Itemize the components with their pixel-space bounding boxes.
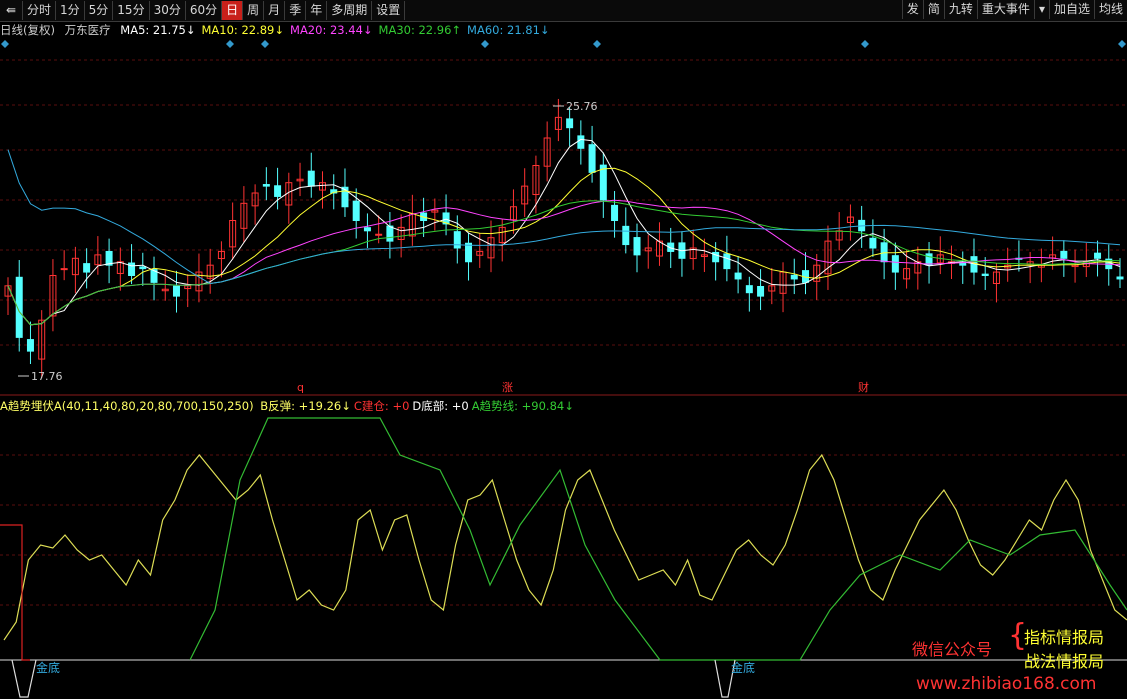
candle-body <box>611 204 619 221</box>
high-price-label: 25.76 <box>566 100 598 113</box>
candle-body <box>757 286 765 297</box>
event-mark-2: 财 <box>858 380 869 394</box>
candle-body <box>352 200 360 221</box>
bottom-label-0: 金底 <box>36 660 60 675</box>
candle-body <box>139 266 147 270</box>
indicator-value-1: C建仓: +0 <box>353 399 410 413</box>
diamond-marker <box>261 40 269 48</box>
candle-body <box>172 285 180 297</box>
trend-line <box>189 417 1127 661</box>
indicator-value-0: B反弹: +19.26↓ <box>260 399 351 413</box>
candle-body <box>386 225 394 242</box>
wechat-label: 微信公众号 <box>912 640 993 659</box>
low-price-label: 17.76 <box>31 370 63 383</box>
candle-body <box>83 263 91 273</box>
ma-line-10 <box>7 167 1121 326</box>
candle-body <box>363 227 371 232</box>
diamond-marker <box>481 40 489 48</box>
candle-body <box>599 164 607 201</box>
watermark-name-1: 指标情报局 <box>1024 628 1105 647</box>
diamond-marker <box>1 40 9 48</box>
candle-body <box>1116 276 1124 280</box>
candle-body <box>453 231 461 249</box>
candle-body <box>274 185 282 197</box>
watermark-name-2: 战法情报局 <box>1024 652 1105 671</box>
candle-body <box>1094 252 1102 259</box>
indicator-value-2: D底部: +0 <box>412 399 469 413</box>
kline-chart: 25.76 17.76 q 涨 财金底 金底 <box>0 40 1127 698</box>
candle-body <box>981 273 989 277</box>
diamond-marker <box>861 40 869 48</box>
indicator-legend: A趋势埋伏A(40,11,40,80,20,80,700,150,250) B反… <box>0 398 580 414</box>
candle-body <box>723 253 731 270</box>
candle-body <box>622 225 630 246</box>
candle-body <box>745 285 753 294</box>
candle-body <box>891 255 899 273</box>
watermark-url: www.zhibiao168.com <box>916 674 1097 694</box>
candle-body <box>375 233 383 236</box>
candle-body <box>307 170 315 187</box>
event-mark-1: 涨 <box>502 381 513 394</box>
candle-body <box>566 118 574 129</box>
candle-body <box>465 242 473 263</box>
diamond-marker <box>593 40 601 48</box>
diamond-marker <box>226 40 234 48</box>
candle-body <box>577 135 585 149</box>
candle-body <box>26 339 34 352</box>
candle-body <box>869 237 877 249</box>
candle-body <box>588 144 596 173</box>
candle-body <box>60 268 68 271</box>
bottom-label-1: 金底 <box>731 660 755 675</box>
diamond-marker <box>1118 40 1126 48</box>
event-mark-0: q <box>297 381 304 394</box>
indicator-name: A趋势埋伏A(40,11,40,80,20,80,700,150,250) <box>0 399 254 413</box>
ma-line-5 <box>7 138 1121 326</box>
rebound-line <box>3 453 1127 641</box>
indicator-value-3: A趋势线: +90.84↓ <box>471 399 574 413</box>
candle-body <box>1060 250 1068 259</box>
candle-body <box>734 272 742 280</box>
candle-body <box>262 184 270 187</box>
bottom-marker-0 <box>11 659 37 698</box>
candle-body <box>633 237 641 256</box>
candle-body <box>790 274 798 280</box>
candle-body <box>880 242 888 263</box>
